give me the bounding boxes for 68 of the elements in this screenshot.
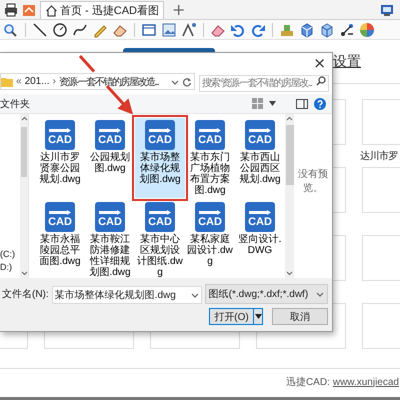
search-field[interactable]: 搜索“资源-一套不错的房屋改... — [199, 75, 329, 92]
chevron-icon[interactable] — [171, 78, 179, 86]
printer-icon[interactable] — [4, 3, 18, 17]
close-button[interactable]: × — [307, 54, 332, 72]
scrollbar[interactable] — [285, 114, 294, 278]
scroll-up-icon[interactable] — [286, 116, 294, 121]
cad-file-icon: CAD — [145, 202, 175, 232]
caret-icon — [254, 314, 262, 319]
filename-label: 文件名(N): — [2, 288, 49, 301]
new-folder-button[interactable]: 文件夹 — [0, 96, 30, 110]
cad-file-icon: CAD — [245, 202, 275, 232]
image-icon[interactable] — [161, 22, 177, 38]
zoom-icon[interactable] — [3, 22, 19, 38]
preview-pane-icon[interactable] — [296, 98, 308, 108]
scrollbar[interactable] — [20, 114, 28, 278]
cad-file-icon: CAD — [195, 202, 225, 232]
window-icon[interactable] — [141, 22, 157, 38]
file-type-dropdown[interactable]: 图纸(*.dwg;*.dxf;*.dwf) — [204, 284, 328, 304]
breadcrumb-separator: › — [52, 76, 56, 87]
settings-link[interactable]: 设置 — [333, 53, 361, 71]
folder-icon — [1, 76, 13, 86]
dropdown-button[interactable] — [253, 308, 263, 325]
nav-item[interactable]: (C:) — [0, 249, 20, 259]
cad-file-icon: CAD — [145, 120, 175, 150]
line-icon[interactable] — [32, 22, 48, 38]
new-tab-button[interactable]: + — [168, 1, 190, 19]
grid-view-icon[interactable] — [252, 98, 263, 109]
cad-file-icon: CAD — [45, 120, 75, 150]
breadcrumb-item[interactable]: 201... — [24, 76, 50, 87]
node-icon[interactable] — [339, 22, 355, 38]
cad-file-icon: CAD — [245, 120, 275, 150]
cad-file-icon: CAD — [95, 202, 125, 232]
file-item[interactable]: CAD 达川市罗贤寨公园规划.dwg — [35, 118, 85, 198]
overflow-chevron[interactable]: « — [16, 76, 22, 87]
website-link[interactable]: www.xunjiecad — [332, 376, 399, 388]
preview-message: 没有预览。 — [297, 168, 330, 196]
cube-icon[interactable] — [299, 22, 315, 38]
address-bar[interactable]: « 201... › 资源-一套不错的房屋改造... — [0, 73, 195, 90]
cad-file-icon: CAD — [45, 202, 75, 232]
search-icon — [316, 76, 326, 86]
home-tab[interactable]: 首页 - 迅捷CAD看图 — [40, 1, 164, 19]
cancel-button[interactable]: 取消 — [272, 308, 328, 325]
caret-icon[interactable] — [269, 101, 276, 106]
file-item[interactable]: CAD 某市西山公园西区规划.dwg — [235, 118, 285, 198]
scroll-down-icon[interactable] — [20, 271, 28, 276]
file-item[interactable]: CAD 某市场整体绿化规划图.dwg — [135, 118, 185, 198]
triangle-icon[interactable] — [181, 22, 197, 38]
thumbnail-caption: 达川市罗 — [360, 150, 399, 163]
refresh-icon[interactable] — [182, 76, 192, 86]
cad-file-icon: CAD — [95, 120, 125, 150]
chevron-icon — [316, 290, 324, 298]
footer-label: 迅捷CAD: — [286, 376, 330, 389]
scroll-down-icon[interactable] — [286, 271, 294, 276]
open-button[interactable]: 打开(O) — [209, 308, 253, 325]
house-icon — [45, 4, 58, 17]
circle-icon[interactable] — [52, 22, 68, 38]
file-item[interactable]: CAD 公园规划图.dwg — [85, 118, 135, 198]
nav-item[interactable]: D:) — [0, 262, 20, 272]
monitor-icon[interactable] — [380, 3, 394, 17]
color-wheel-icon[interactable] — [359, 22, 375, 38]
chevron-icon[interactable] — [190, 290, 199, 298]
cube-icon[interactable] — [319, 22, 335, 38]
scroll-up-icon[interactable] — [20, 116, 28, 121]
filename-field[interactable]: 某市场整体绿化规划图.dwg — [52, 286, 202, 304]
file-item[interactable]: CAD 某市东门广场植物布置方案图.dwg — [185, 118, 235, 198]
cad-file-icon: CAD — [195, 120, 225, 150]
help-icon[interactable] — [314, 98, 326, 110]
breadcrumb-item[interactable]: 资源-一套不错的房屋改造... — [58, 74, 158, 88]
